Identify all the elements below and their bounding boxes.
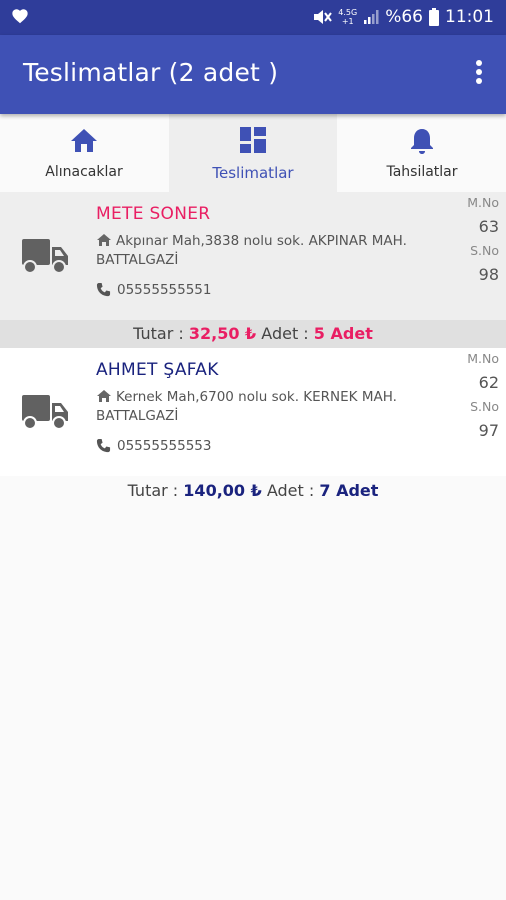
amount-value: 32,50 ₺ bbox=[188, 324, 257, 343]
truck-icon bbox=[22, 239, 68, 274]
m-no-label: M.No bbox=[467, 195, 499, 210]
customer-phone[interactable]: 05555555551 bbox=[96, 282, 211, 298]
m-no-value: 63 bbox=[478, 217, 499, 236]
customer-address: Akpınar Mah,3838 nolu sok. AKPINAR MAH. … bbox=[96, 232, 431, 270]
phone-icon bbox=[96, 438, 111, 453]
phone-icon bbox=[96, 282, 111, 297]
tab-alinacaklar[interactable]: Alınacaklar bbox=[0, 114, 168, 192]
m-no-label: M.No bbox=[467, 351, 499, 366]
truck-icon bbox=[22, 395, 68, 430]
home-icon bbox=[71, 129, 97, 152]
s-no-value: 98 bbox=[478, 265, 499, 284]
dashboard-icon bbox=[240, 127, 266, 153]
home-small-icon bbox=[97, 390, 111, 402]
tab-teslimatlar[interactable]: Teslimatlar bbox=[169, 114, 337, 192]
count-value: 5 Adet bbox=[313, 324, 373, 343]
s-no-label: S.No bbox=[470, 243, 499, 258]
tab-label: Teslimatlar bbox=[212, 164, 294, 182]
amount-value: 140,00 ₺ bbox=[183, 481, 262, 500]
home-small-icon bbox=[97, 234, 111, 246]
order-numbers: M.No 63 S.No 98 bbox=[467, 192, 499, 288]
tab-tahsilatlar[interactable]: Tahsilatlar bbox=[338, 114, 506, 192]
address-text: Kernek Mah,6700 nolu sok. KERNEK MAH. BA… bbox=[96, 389, 397, 424]
clock: 11:01 bbox=[445, 7, 494, 27]
phone-text: 05555555553 bbox=[117, 438, 212, 454]
phone-text: 05555555551 bbox=[117, 282, 212, 298]
delivery-card[interactable]: METE SONER Akpınar Mah,3838 nolu sok. AK… bbox=[0, 192, 506, 320]
signal-icon bbox=[364, 10, 379, 24]
app-bar: Teslimatlar (2 adet ) bbox=[0, 35, 506, 114]
customer-name: AHMET ŞAFAK bbox=[96, 360, 219, 380]
s-no-value: 97 bbox=[478, 421, 499, 440]
status-bar: 4.5G +1 %66 11:01 bbox=[0, 0, 506, 35]
heart-icon bbox=[12, 9, 28, 24]
more-vert-icon[interactable] bbox=[474, 60, 484, 90]
order-numbers: M.No 62 S.No 97 bbox=[467, 348, 499, 444]
battery-icon bbox=[429, 8, 439, 26]
adet-label: Adet : bbox=[261, 324, 309, 343]
delivery-summary: Tutar : 32,50 ₺ Adet : 5 Adet bbox=[0, 320, 506, 348]
customer-address: Kernek Mah,6700 nolu sok. KERNEK MAH. BA… bbox=[96, 388, 431, 426]
m-no-value: 62 bbox=[478, 373, 499, 392]
delivery-card[interactable]: AHMET ŞAFAK Kernek Mah,6700 nolu sok. KE… bbox=[0, 348, 506, 476]
s-no-label: S.No bbox=[470, 399, 499, 414]
tab-label: Alınacaklar bbox=[45, 164, 123, 180]
adet-label: Adet : bbox=[266, 481, 315, 500]
battery-percent: %66 bbox=[385, 7, 423, 27]
page-title: Teslimatlar (2 adet ) bbox=[23, 58, 279, 87]
tab-label: Tahsilatlar bbox=[386, 164, 458, 180]
bell-icon bbox=[411, 129, 433, 154]
customer-name: METE SONER bbox=[96, 204, 211, 224]
tutar-label: Tutar : bbox=[133, 324, 184, 343]
tutar-label: Tutar : bbox=[127, 481, 179, 500]
tab-bar: Alınacaklar Teslimatlar Tahsilatlar bbox=[0, 114, 506, 192]
mute-icon bbox=[314, 10, 333, 24]
customer-phone[interactable]: 05555555553 bbox=[96, 438, 211, 454]
address-text: Akpınar Mah,3838 nolu sok. AKPINAR MAH. … bbox=[96, 233, 407, 268]
count-value: 7 Adet bbox=[319, 481, 379, 500]
delivery-summary: Tutar : 140,00 ₺ Adet : 7 Adet bbox=[0, 477, 506, 505]
network-type: 4.5G +1 bbox=[338, 8, 358, 26]
